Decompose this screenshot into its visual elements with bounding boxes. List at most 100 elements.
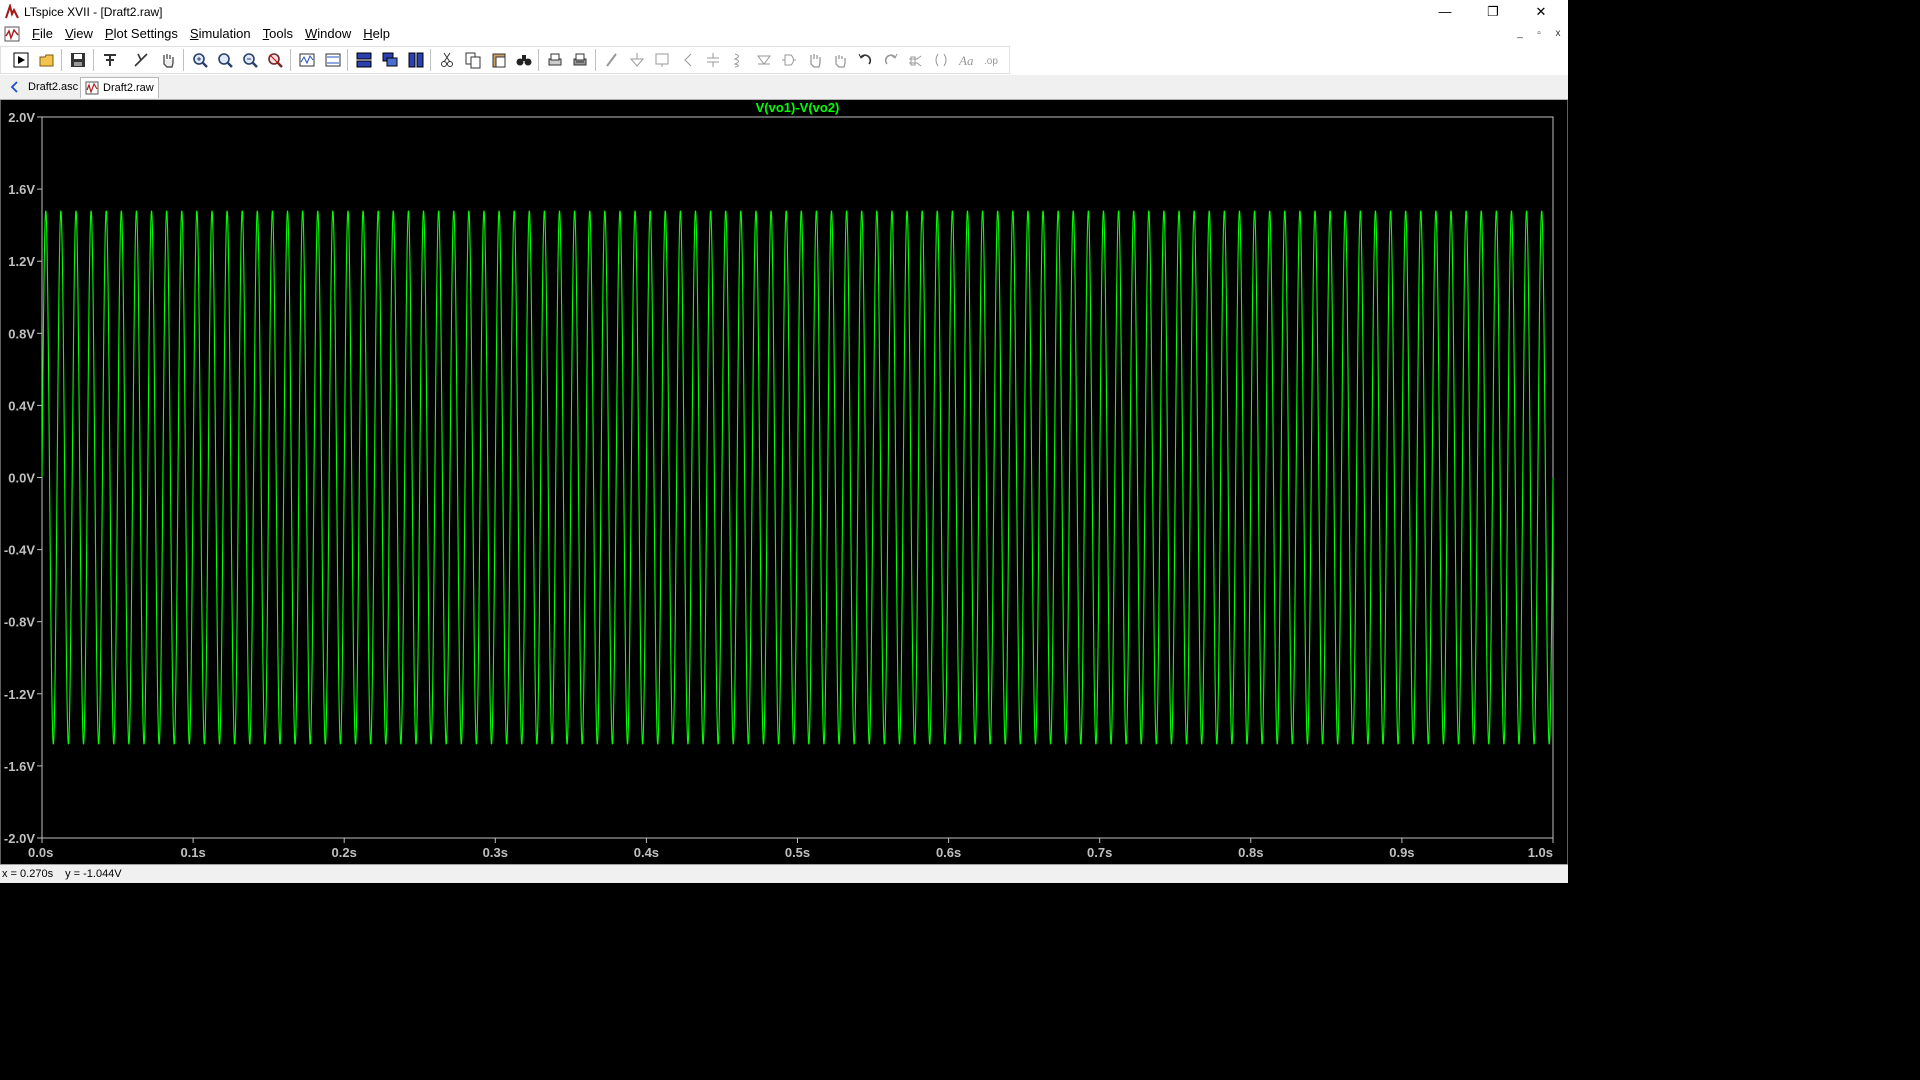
halt-button[interactable]	[130, 50, 152, 70]
menu-help[interactable]: Help	[357, 23, 396, 44]
zoom-in-icon	[193, 53, 208, 68]
tab-draft2-asc[interactable]: Draft2.asc	[4, 77, 82, 97]
waveform-chart[interactable]: 2.0V 1.6V 1.2V 0.8V 0.4V 0.0V -0.4V -0.8V -1.2V -…	[1, 100, 1567, 864]
mdi-minimize-button[interactable]: _	[1512, 27, 1528, 41]
mdi-close-button[interactable]: x	[1550, 27, 1566, 41]
save-button[interactable]	[67, 50, 89, 70]
open-button[interactable]	[36, 50, 58, 70]
save-icon	[71, 53, 85, 67]
trace-title: V(vo1)-V(vo2)	[756, 100, 840, 115]
tile-horizontal-icon	[356, 52, 372, 68]
menu-simulation[interactable]: Simulation	[184, 23, 257, 44]
text-icon: Aa	[958, 53, 974, 68]
tile-horizontal-button[interactable]	[353, 50, 375, 70]
halt-icon	[134, 53, 148, 67]
print-button[interactable]	[544, 50, 566, 70]
menu-plot-settings[interactable]: Plot Settings	[99, 23, 184, 44]
x-tick-label: 0.7s	[1087, 845, 1112, 860]
toolbar: Aa .op	[0, 44, 1568, 76]
y-tick-label: 0.8V	[8, 326, 35, 341]
print-setup-icon	[573, 53, 587, 66]
tab-label: Draft2.raw	[103, 82, 154, 94]
label-icon	[655, 53, 669, 67]
zoom-fit-button[interactable]	[264, 50, 286, 70]
find-button[interactable]	[513, 50, 535, 70]
print-setup-button[interactable]	[569, 50, 591, 70]
rotate-button[interactable]	[905, 50, 927, 70]
component-icon	[782, 54, 796, 66]
pan-hand-button[interactable]	[157, 50, 179, 70]
component-button[interactable]	[778, 50, 800, 70]
cursor-x-readout: x = 0.270s	[2, 868, 54, 880]
menu-bar: File View Plot Settings Simulation Tools Wind…	[0, 23, 1568, 45]
menu-tools[interactable]: Tools	[257, 23, 299, 44]
waveform-plot-pane[interactable]: 2.0V 1.6V 1.2V 0.8V 0.4V 0.0V -0.4V -0.8V -1.2V -…	[0, 100, 1568, 864]
y-tick-label: -0.4V	[4, 543, 35, 558]
menu-file[interactable]: File	[26, 23, 59, 44]
redo-button[interactable]	[880, 50, 902, 70]
copy-button[interactable]	[462, 50, 484, 70]
autorange-button[interactable]	[296, 50, 318, 70]
y-tick-label: -1.6V	[4, 759, 35, 774]
spice-directive-icon: .op	[984, 56, 998, 67]
tab-draft2-raw[interactable]: Draft2.raw	[80, 77, 159, 98]
move-button[interactable]	[804, 50, 826, 70]
cut-button[interactable]	[436, 50, 458, 70]
ground-button[interactable]	[626, 50, 648, 70]
zoom-in-button[interactable]	[189, 50, 211, 70]
diode-icon	[757, 55, 771, 65]
window-close-button[interactable]: ✕	[1518, 0, 1564, 23]
open-icon	[39, 54, 54, 67]
x-tick-label: 1.0s	[1528, 845, 1553, 860]
y-tick-label: 0.4V	[8, 398, 35, 413]
run-button[interactable]	[10, 50, 32, 70]
trace-v-vo1-v-vo2-	[41, 210, 1554, 745]
control-panel-button[interactable]	[99, 50, 121, 70]
rotate-icon	[909, 55, 922, 67]
capacitor-button[interactable]	[702, 50, 724, 70]
menu-view[interactable]: View	[59, 23, 99, 44]
tile-vertical-button[interactable]	[405, 50, 427, 70]
window-minimize-button[interactable]: —	[1422, 0, 1468, 23]
capacitor-icon	[707, 53, 719, 67]
schematic-icon	[10, 81, 18, 93]
window-title: LTspice XVII - [Draft2.raw]	[24, 4, 163, 19]
toolbar-separator	[595, 49, 596, 71]
document-waveform-icon[interactable]	[4, 26, 20, 42]
x-tick-label: 0.1s	[180, 845, 205, 860]
wire-button[interactable]	[601, 50, 623, 70]
zoom-fit-icon	[268, 53, 283, 68]
x-tick-label: 0.5s	[785, 845, 810, 860]
y-tick-label: 2.0V	[8, 110, 35, 125]
x-tick-label: 0.9s	[1389, 845, 1414, 860]
zoom-area-icon	[218, 53, 233, 68]
cascade-icon	[382, 52, 398, 67]
mirror-icon	[935, 53, 947, 67]
diode-button[interactable]	[753, 50, 775, 70]
label-button[interactable]	[651, 50, 673, 70]
mirror-button[interactable]	[930, 50, 952, 70]
run-icon	[13, 52, 29, 68]
text-button[interactable]: Aa	[955, 50, 977, 70]
window-restore-button[interactable]: ❐	[1470, 0, 1516, 23]
spice-directive-button[interactable]: .op	[981, 50, 1003, 70]
inductor-icon	[733, 53, 739, 68]
zoom-area-button[interactable]	[214, 50, 236, 70]
undo-button[interactable]	[854, 50, 876, 70]
paste-button[interactable]	[488, 50, 510, 70]
x-tick-label: 0.3s	[483, 845, 508, 860]
toolbar-separator	[61, 49, 62, 71]
inductor-button[interactable]	[727, 50, 749, 70]
control-panel-icon	[104, 54, 116, 66]
cascade-button[interactable]	[379, 50, 401, 70]
drag-button[interactable]	[829, 50, 851, 70]
mdi-restore-button[interactable]: ▫	[1531, 27, 1547, 41]
move-icon	[810, 54, 821, 68]
menu-window[interactable]: Window	[299, 23, 357, 44]
undo-icon	[858, 53, 872, 65]
resistor-button[interactable]	[677, 50, 699, 70]
manual-limits-button[interactable]	[322, 50, 344, 70]
y-tick-label: 0.0V	[8, 471, 35, 486]
zoom-out-button[interactable]	[239, 50, 261, 70]
y-tick-label: -0.8V	[4, 615, 35, 630]
